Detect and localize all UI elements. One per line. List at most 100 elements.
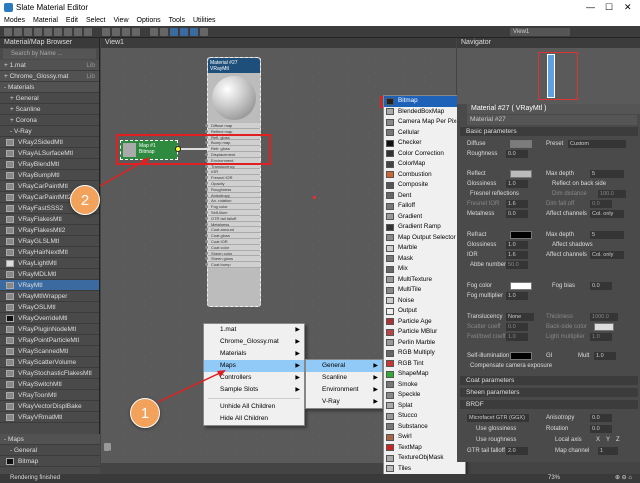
menu-tools[interactable]: Tools [169,17,185,24]
affect-channels-dropdown[interactable]: Col. only [590,210,624,218]
sheen-parameters-rollout[interactable]: Sheen parameters [460,388,638,397]
map-type-item[interactable]: Mask [384,254,465,265]
browser-item[interactable]: VRayHairNextMtl [0,247,99,258]
map-type-item[interactable]: Stucco [384,411,465,422]
map-type-item[interactable]: Combustion [384,170,465,181]
browser-item[interactable]: - Materials [0,82,99,93]
browser-item[interactable]: VRayOverrideMtl [0,313,99,324]
browser-item[interactable]: VRayOSLMtl [0,302,99,313]
show-map-icon[interactable] [74,28,82,36]
gi-checkbox[interactable]: GI [546,353,552,359]
scatter-coeff-field[interactable]: 0.0 [506,323,528,331]
fwd-bwd-field[interactable]: 1.0 [506,333,528,341]
layout-children-icon[interactable] [112,28,120,36]
anisotropy-field[interactable]: 0.0 [590,414,612,422]
max-depth-field[interactable]: 5 [590,170,624,178]
glossiness-field[interactable]: 1.0 [506,180,528,188]
zoom-controls[interactable]: ⊕ ⊖ ⌂ [615,474,632,483]
browser-item[interactable]: VRayFlakesMtl2 [0,225,99,236]
move-children-icon[interactable] [54,28,62,36]
browser-item[interactable]: VRayVRmatMtl [0,412,99,423]
browser-item[interactable]: VRayScatterVolume [0,357,99,368]
menu-utilities[interactable]: Utilities [193,17,216,24]
map-type-item[interactable]: Swirl [384,432,465,443]
map-type-item[interactable]: Tiles [384,464,465,475]
browser-item[interactable]: VRayMtlWrapper [0,291,99,302]
map-type-item[interactable]: Dent [384,191,465,202]
browser-item[interactable]: + Corona [0,115,99,126]
map-channel-radio[interactable]: Map channel [555,448,589,454]
map-type-item[interactable]: Splat [384,401,465,412]
map-type-item[interactable]: RGB Multiply [384,348,465,359]
zoom-icon[interactable] [150,28,158,36]
menu-material[interactable]: Material [33,17,58,24]
show-background-icon[interactable] [84,28,92,36]
map-type-item[interactable]: Cellular [384,128,465,139]
material-slot[interactable]: Coat bump [205,262,260,268]
menu-options[interactable]: Options [137,17,161,24]
menu-select[interactable]: Select [86,17,105,24]
menu-item[interactable]: Environment ▶ [306,384,382,396]
map-type-item[interactable]: Bitmap [384,96,465,107]
map-type-item[interactable]: Output [384,306,465,317]
fresnel-ior-field[interactable]: 1.6 [506,200,528,208]
brdf-rollout[interactable]: BRDF [460,400,638,409]
maps-group[interactable]: - Maps [0,434,100,445]
assign-material-icon[interactable] [34,28,42,36]
browser-item[interactable]: VRayScannedMtl [0,346,99,357]
browser-item[interactable]: VRaySwitchMtl [0,379,99,390]
gtr-tail-falloff-field[interactable]: 2.0 [506,447,528,455]
view-tab[interactable]: View1 [105,39,124,46]
translucency-dropdown[interactable]: None [506,313,534,321]
menu-view[interactable]: View [113,17,128,24]
select-tool-icon[interactable] [4,28,12,36]
menu-item[interactable]: General ▶ [306,360,382,372]
rotation-field[interactable]: 0.0 [590,425,612,433]
browser-search-input[interactable]: Search by Name ... [3,49,96,59]
layout-all-icon[interactable] [102,28,110,36]
map-type-item[interactable]: Gradient Ramp [384,222,465,233]
map-type-item[interactable]: Substance [384,422,465,433]
axis-z-button[interactable]: Z [616,437,620,443]
pan-icon[interactable] [160,28,168,36]
map-type-item[interactable]: Falloff [384,201,465,212]
ior-field[interactable]: 1.6 [506,251,528,259]
hide-unused-icon[interactable] [64,28,72,36]
reflect-backside-checkbox[interactable]: Reflect on back side [552,181,606,187]
menu-item[interactable]: Unhide All Children [204,401,304,413]
view-select-dropdown[interactable]: View1 [510,28,570,36]
use-roughness-radio[interactable]: Use roughness [476,437,516,443]
metalness-field[interactable]: 0.0 [506,210,528,218]
map-type-item[interactable]: ColorMap [384,159,465,170]
map-type-item[interactable]: Gradient [384,212,465,223]
map-type-item[interactable]: ShapeMap [384,369,465,380]
map-type-item[interactable]: Map Output Selector [384,233,465,244]
axis-y-button[interactable]: Y [606,437,610,443]
pick-material-icon[interactable] [14,28,22,36]
material-parameter-editor-icon[interactable] [122,28,130,36]
map-type-item[interactable]: TextureObjMask [384,453,465,464]
browser-item[interactable]: VRayVectorDisplBake [0,401,99,412]
fresnel-checkbox[interactable]: Fresnel reflections [470,191,519,197]
browser-item[interactable]: VRayPointParticleMtl [0,335,99,346]
map-channel-field[interactable]: 1 [598,447,618,455]
map-type-item[interactable]: BlendedBoxMap [384,107,465,118]
map-type-item[interactable]: Marble [384,243,465,254]
menu-modes[interactable]: Modes [4,17,25,24]
abbe-field[interactable]: 50.0 [506,261,528,269]
browser-item[interactable]: + 1.mat Lib [0,60,99,71]
close-button[interactable]: ✕ [624,2,632,13]
browser-item[interactable]: VRay2SidedMtl [0,137,99,148]
light-multiplier-field[interactable]: 1.0 [590,333,612,341]
preset-dropdown[interactable]: Custom [568,140,626,148]
put-material-icon[interactable] [24,28,32,36]
brdf-type-dropdown[interactable]: Microfacet GTR (GGX) [467,414,529,422]
browser-item[interactable]: VRayBlendMtl [0,159,99,170]
menu-item[interactable]: Scanline ▶ [306,372,382,384]
coat-parameters-rollout[interactable]: Coat parameters [460,376,638,385]
browser-item[interactable]: VRayFlakesMtl [0,214,99,225]
map-type-item[interactable]: Smoke [384,380,465,391]
menu-item[interactable]: Sample Slots ▶ [204,384,304,396]
browser-item[interactable]: - V-Ray [0,126,99,137]
dim-falloff-field[interactable]: 0.0 [590,200,612,208]
